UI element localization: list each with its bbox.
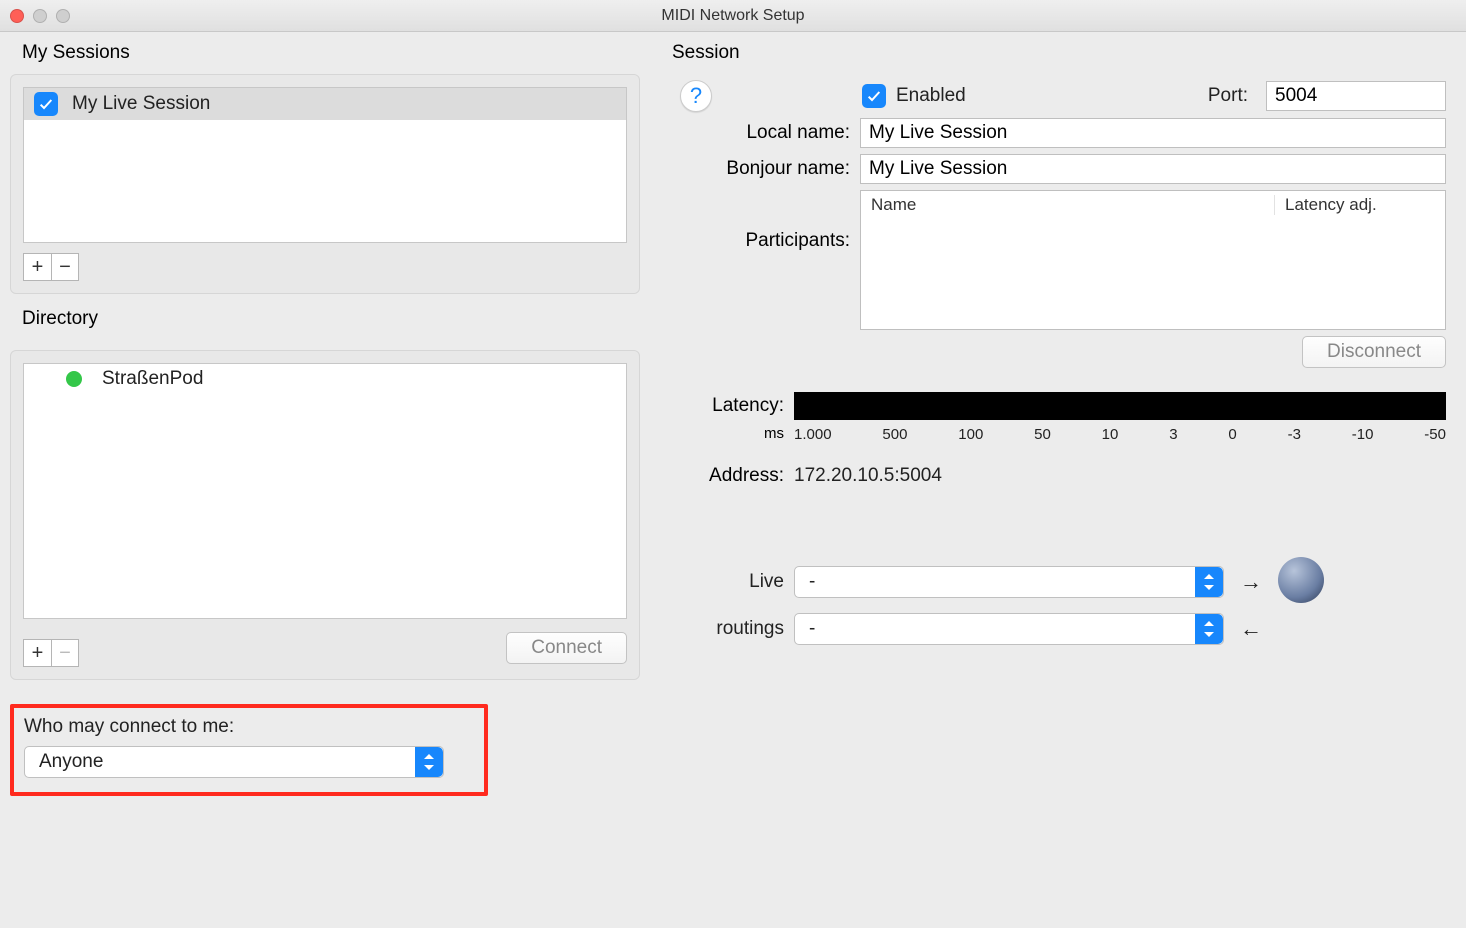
dropdown-stepper-icon (1195, 567, 1223, 597)
online-status-icon (66, 371, 82, 387)
local-name-input[interactable] (860, 118, 1446, 148)
session-row[interactable]: My Live Session (24, 88, 626, 120)
close-icon[interactable] (10, 9, 24, 23)
session-label: Session (672, 42, 1450, 64)
tick: 10 (1102, 426, 1119, 443)
dropdown-stepper-icon (415, 747, 443, 777)
arrow-left-icon: ← (1234, 616, 1268, 642)
tick: 1.000 (794, 426, 832, 443)
add-directory-button[interactable]: + (23, 639, 51, 667)
tick: 3 (1169, 426, 1177, 443)
live-routings-label-bottom: routings (680, 618, 784, 640)
latency-ticks: 1.000 500 100 50 10 3 0 -3 -10 -50 (794, 426, 1446, 443)
routing-out-value: - (809, 618, 815, 640)
directory-name: StraßenPod (102, 368, 203, 390)
tick: -10 (1352, 426, 1374, 443)
routing-in-dropdown[interactable]: - (794, 566, 1224, 598)
window: MIDI Network Setup My Sessions My Live S… (0, 0, 1466, 928)
directory-list[interactable]: StraßenPod (23, 363, 627, 619)
bonjour-name-input[interactable] (860, 154, 1446, 184)
tick: 0 (1228, 426, 1236, 443)
tick: 100 (958, 426, 983, 443)
remove-session-button[interactable]: − (51, 253, 79, 281)
zoom-icon[interactable] (56, 9, 70, 23)
participants-col-name[interactable]: Name (861, 195, 1275, 215)
directory-panel: StraßenPod + − Connect (10, 350, 640, 680)
who-may-connect-highlight: Who may connect to me: Anyone (10, 704, 488, 796)
dropdown-stepper-icon (1195, 614, 1223, 644)
titlebar: MIDI Network Setup (0, 0, 1466, 32)
address-value: 172.20.10.5:5004 (794, 465, 942, 487)
window-controls (10, 9, 70, 23)
my-sessions-label: My Sessions (22, 42, 634, 64)
tick: -50 (1424, 426, 1446, 443)
remove-directory-button[interactable]: − (51, 639, 79, 667)
who-label: Who may connect to me: (24, 716, 474, 738)
local-name-label: Local name: (680, 122, 850, 144)
live-routings-label-top: Live (680, 571, 784, 593)
session-checkbox[interactable] (34, 92, 58, 116)
ms-label: ms (680, 425, 784, 442)
who-value: Anyone (39, 751, 103, 773)
tick: -3 (1288, 426, 1301, 443)
arrow-right-icon: → (1234, 569, 1268, 595)
disconnect-button[interactable]: Disconnect (1302, 336, 1446, 368)
enabled-checkbox[interactable] (862, 84, 886, 108)
sessions-list[interactable]: My Live Session (23, 87, 627, 243)
port-label: Port: (1208, 85, 1248, 107)
enabled-label: Enabled (896, 85, 966, 107)
help-button[interactable]: ? (680, 80, 712, 112)
tick: 50 (1034, 426, 1051, 443)
directory-plusminus: + − (23, 639, 79, 667)
connect-button[interactable]: Connect (506, 632, 627, 664)
routing-in-value: - (809, 571, 815, 593)
participants-list[interactable]: Name Latency adj. (860, 190, 1446, 330)
tick: 500 (882, 426, 907, 443)
participants-col-latency[interactable]: Latency adj. (1275, 195, 1445, 215)
sessions-plusminus: + − (23, 253, 627, 281)
participants-header: Name Latency adj. (861, 191, 1445, 219)
session-name: My Live Session (72, 93, 210, 115)
directory-row[interactable]: StraßenPod (24, 364, 626, 394)
minimize-icon[interactable] (33, 9, 47, 23)
network-globe-icon (1278, 557, 1324, 603)
latency-graph (794, 392, 1446, 420)
address-label: Address: (680, 465, 784, 487)
right-pane: Session ? Enabled Port: Local name: (650, 32, 1466, 928)
latency-label: Latency: (680, 395, 784, 417)
who-may-connect-dropdown[interactable]: Anyone (24, 746, 444, 778)
sessions-panel: My Live Session + − (10, 74, 640, 294)
directory-label: Directory (22, 308, 634, 330)
bonjour-name-label: Bonjour name: (680, 158, 850, 180)
left-pane: My Sessions My Live Session + − Director… (0, 32, 650, 928)
routing-out-dropdown[interactable]: - (794, 613, 1224, 645)
participants-label: Participants: (680, 190, 850, 252)
window-title: MIDI Network Setup (0, 7, 1466, 25)
port-input[interactable] (1266, 81, 1446, 111)
add-session-button[interactable]: + (23, 253, 51, 281)
